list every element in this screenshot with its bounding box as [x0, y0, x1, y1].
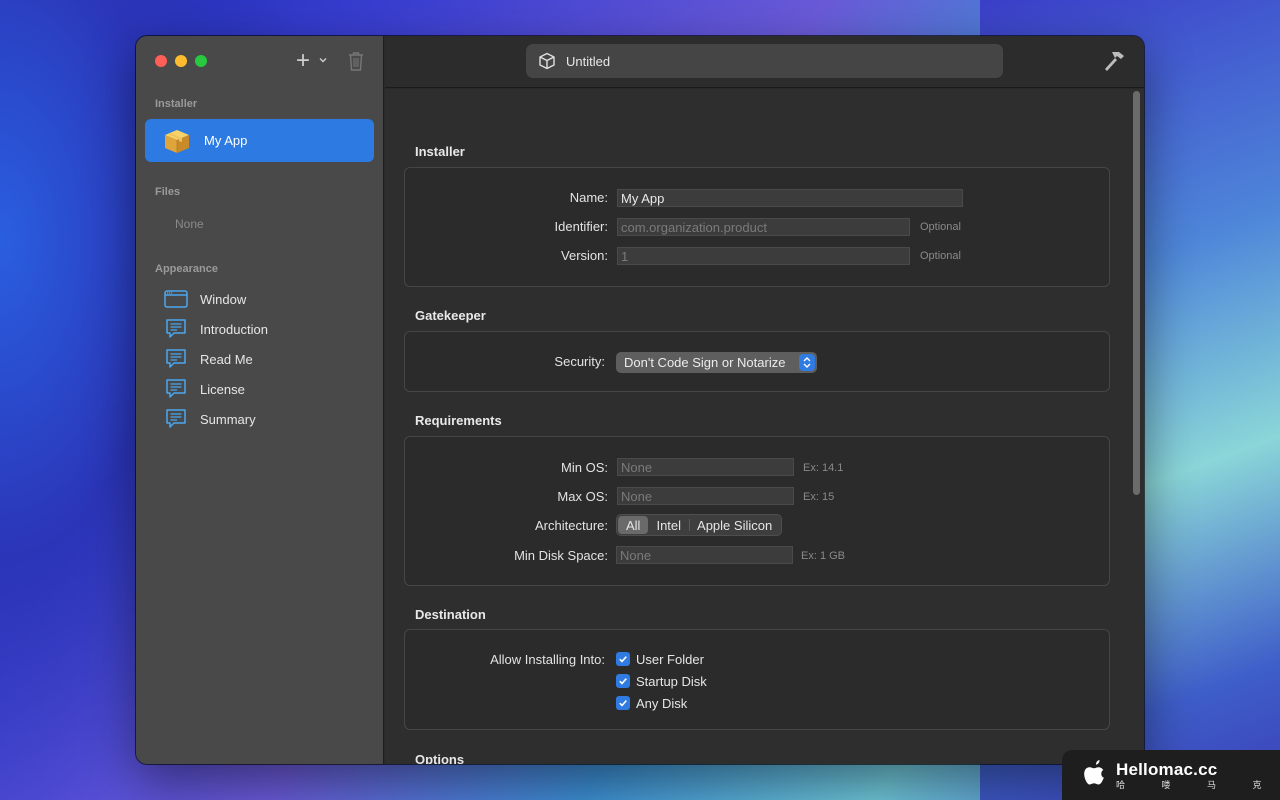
plus-icon: +: [296, 47, 311, 74]
sidebar-item-label: Summary: [200, 411, 256, 427]
gatekeeper-section-title: Gatekeeper: [415, 308, 486, 323]
sidebar-item-read-me[interactable]: Read Me: [164, 346, 253, 372]
min-disk-space-field[interactable]: [616, 546, 793, 564]
zoom-button[interactable]: [195, 55, 207, 67]
min-os-hint: Ex: 14.1: [803, 462, 844, 474]
checkbox-label: Startup Disk: [636, 673, 707, 689]
apple-logo-icon: [1082, 758, 1108, 793]
appearance-section-header: Appearance: [155, 263, 218, 275]
sidebar: + Installer My App Files None Appearance…: [136, 36, 384, 764]
architecture-segmented-control[interactable]: All Intel Apple Silicon: [616, 514, 783, 536]
popup-arrows-icon: [799, 354, 815, 371]
watermark-text: Hellomac.cc 哈 喽 马 克: [1116, 760, 1279, 791]
options-section-title: Options: [415, 752, 465, 764]
sidebar-item-label: Read Me: [200, 351, 253, 367]
architecture-label: Architecture:: [535, 518, 608, 533]
min-disk-space-hint: Ex: 1 GB: [801, 550, 846, 562]
name-field[interactable]: [617, 189, 963, 207]
allow-installing-label: Allow Installing Into:: [490, 652, 605, 667]
watermark-subtitle: 哈 喽 马 克: [1116, 779, 1279, 790]
arch-option-apple-silicon[interactable]: Apple Silicon: [689, 516, 780, 534]
version-field[interactable]: [617, 247, 910, 265]
destination-section-title: Destination: [415, 607, 486, 622]
sidebar-item-my-app[interactable]: My App: [145, 119, 374, 162]
requirements-section-title: Requirements: [415, 413, 502, 428]
sidebar-item-introduction[interactable]: Introduction: [164, 316, 268, 342]
speech-bubble-icon: [164, 409, 188, 429]
trash-icon[interactable]: [346, 50, 368, 74]
watermark: Hellomac.cc 哈 喽 马 克: [1062, 750, 1280, 800]
close-button[interactable]: [155, 55, 167, 67]
identifier-label: Identifier:: [554, 219, 608, 234]
gatekeeper-box: Security: Don't Code Sign or Notarize: [404, 331, 1110, 392]
package-icon: [162, 126, 192, 156]
document-title-field[interactable]: Untitled: [526, 44, 1003, 78]
requirements-box: Min OS: Ex: 14.1 Max OS: Ex: 15 Architec…: [404, 436, 1110, 586]
sidebar-item-label: My App: [204, 133, 248, 148]
security-popup[interactable]: Don't Code Sign or Notarize: [616, 352, 817, 373]
sidebar-item-label: License: [200, 381, 245, 397]
name-label: Name:: [569, 190, 608, 205]
installer-section-title: Installer: [415, 144, 465, 159]
min-os-label: Min OS:: [561, 460, 608, 475]
sidebar-item-label: Window: [200, 291, 247, 307]
version-label: Version:: [561, 248, 608, 263]
sidebar-item-label: Introduction: [200, 321, 268, 337]
speech-bubble-icon: [164, 349, 188, 369]
files-none-label: None: [175, 217, 204, 231]
max-os-field[interactable]: [617, 487, 794, 505]
arch-option-intel[interactable]: Intel: [648, 516, 689, 534]
any-disk-checkbox[interactable]: Any Disk: [616, 694, 687, 712]
cube-icon: [538, 52, 556, 70]
checkbox-label: Any Disk: [636, 695, 688, 711]
vertical-scrollbar[interactable]: [1133, 91, 1140, 495]
checkmark-icon: [616, 652, 630, 666]
min-os-field[interactable]: [617, 458, 794, 476]
destination-box: Allow Installing Into: User Folder Start…: [404, 629, 1110, 730]
sidebar-item-summary[interactable]: Summary: [164, 406, 256, 432]
version-hint: Optional: [920, 250, 961, 262]
startup-disk-checkbox[interactable]: Startup Disk: [616, 672, 707, 690]
checkmark-icon: [616, 696, 630, 710]
security-popup-value: Don't Code Sign or Notarize: [624, 355, 786, 370]
settings-content: Installer Name: Identifier: Optional Ver…: [385, 89, 1144, 764]
max-os-hint: Ex: 15: [803, 491, 835, 503]
installer-section-header: Installer: [155, 98, 198, 110]
minimize-button[interactable]: [175, 55, 187, 67]
checkbox-label: User Folder: [636, 651, 704, 667]
security-label: Security:: [554, 354, 605, 369]
window-controls: [155, 55, 207, 67]
app-window: + Installer My App Files None Appearance…: [136, 36, 1144, 764]
arch-option-all[interactable]: All: [618, 516, 649, 534]
user-folder-checkbox[interactable]: User Folder: [616, 650, 704, 668]
min-disk-space-label: Min Disk Space:: [514, 548, 608, 563]
sidebar-item-window[interactable]: Window: [164, 286, 246, 312]
installer-box: Name: Identifier: Optional Version: Opti…: [404, 167, 1110, 287]
files-section-header: Files: [155, 186, 181, 198]
chevron-down-icon: [318, 52, 328, 74]
sidebar-item-license[interactable]: License: [164, 376, 245, 402]
speech-bubble-icon: [164, 379, 188, 399]
document-title: Untitled: [566, 53, 611, 69]
checkmark-icon: [616, 674, 630, 688]
toolbar: Untitled: [385, 36, 1144, 88]
identifier-field[interactable]: [617, 218, 910, 236]
add-button[interactable]: +: [296, 47, 332, 74]
watermark-title: Hellomac.cc: [1116, 759, 1218, 779]
identifier-hint: Optional: [920, 221, 961, 233]
max-os-label: Max OS:: [557, 489, 608, 504]
speech-bubble-icon: [164, 319, 188, 339]
window-icon: [164, 289, 188, 309]
hammer-icon[interactable]: [1102, 48, 1128, 74]
